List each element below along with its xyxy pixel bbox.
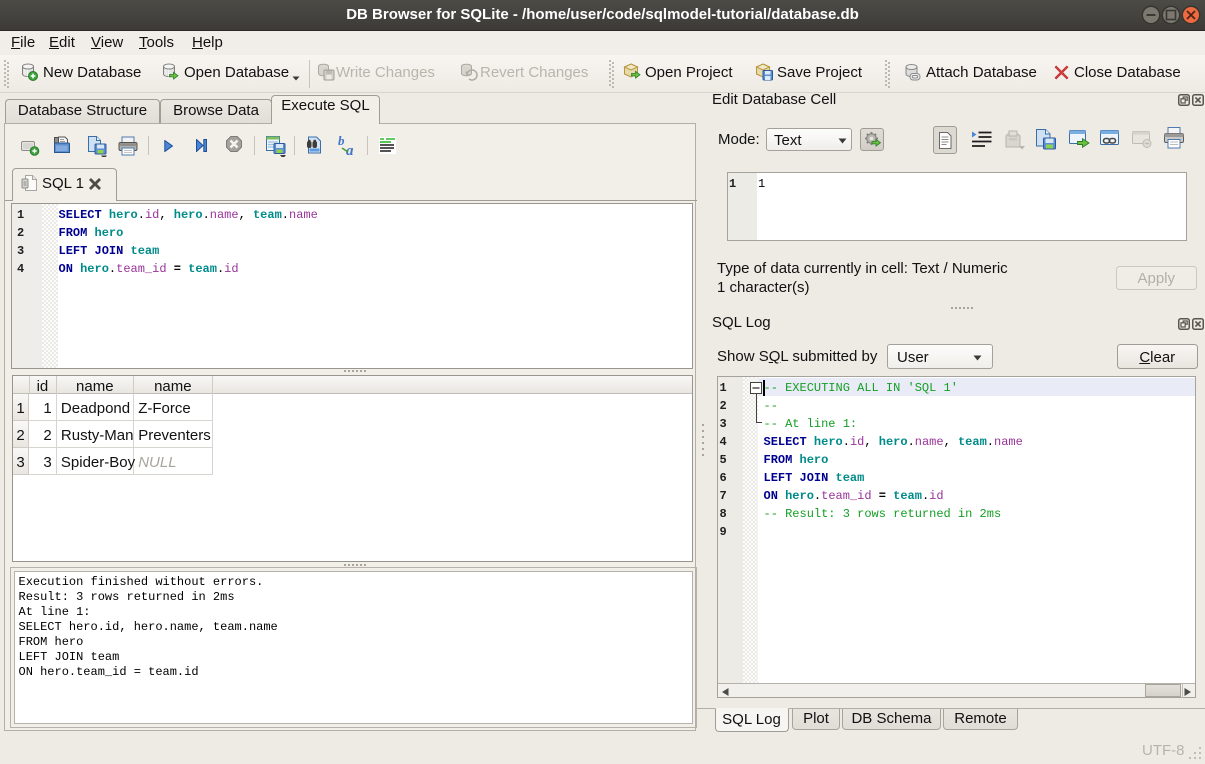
svg-text:a: a: [346, 143, 354, 157]
svg-text:b: b: [338, 135, 345, 148]
